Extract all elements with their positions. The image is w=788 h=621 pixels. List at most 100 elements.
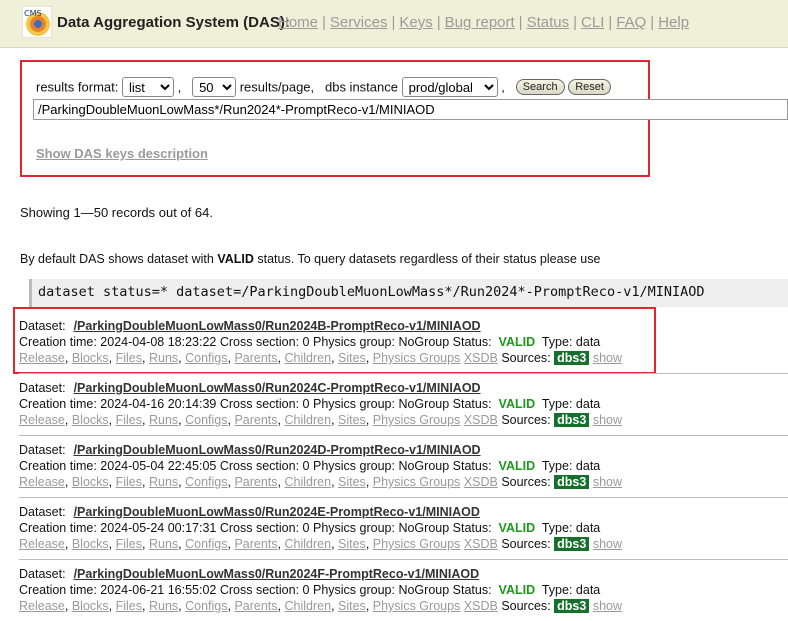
creation-time: 2024-05-04 22:45:05 bbox=[100, 459, 217, 473]
record-link-runs[interactable]: Runs bbox=[149, 537, 178, 551]
record-link-parents[interactable]: Parents bbox=[234, 537, 277, 551]
results-format-label: results format: bbox=[36, 79, 119, 95]
record-link-parents[interactable]: Parents bbox=[234, 599, 277, 613]
record-link-blocks[interactable]: Blocks bbox=[72, 413, 109, 427]
results-per-page-select[interactable]: 50 bbox=[192, 77, 237, 97]
show-link[interactable]: show bbox=[593, 475, 622, 489]
record-link-sites[interactable]: Sites bbox=[338, 537, 366, 551]
record-link-children[interactable]: Children bbox=[285, 351, 332, 365]
record-link-xsdb[interactable]: XSDB bbox=[464, 599, 498, 613]
records-count: Showing 1—50 records out of 64. bbox=[20, 205, 213, 220]
record-link-files[interactable]: Files bbox=[116, 537, 142, 551]
record-link-xsdb[interactable]: XSDB bbox=[464, 351, 498, 365]
record-link-physics-groups[interactable]: Physics Groups bbox=[373, 413, 461, 427]
status-badge: VALID bbox=[498, 335, 536, 349]
record-link-physics-groups[interactable]: Physics Groups bbox=[373, 599, 461, 613]
record-details-line: Creation time: 2024-04-08 18:23:22 Cross… bbox=[19, 335, 601, 349]
show-link[interactable]: show bbox=[593, 537, 622, 551]
nav-keys[interactable]: Keys bbox=[399, 14, 432, 31]
search-button[interactable]: Search bbox=[515, 79, 565, 95]
record-link-physics-groups[interactable]: Physics Groups bbox=[373, 351, 461, 365]
record-link-files[interactable]: Files bbox=[116, 475, 142, 489]
record-link-configs[interactable]: Configs bbox=[185, 413, 227, 427]
dataset-link[interactable]: /ParkingDoubleMuonLowMass0/Run2024C-Prom… bbox=[74, 381, 481, 395]
show-link[interactable]: show bbox=[593, 351, 622, 365]
record-link-configs[interactable]: Configs bbox=[185, 475, 227, 489]
reset-button[interactable]: Reset bbox=[568, 79, 611, 95]
record-link-release[interactable]: Release bbox=[19, 599, 65, 613]
dataset-record: Dataset:/ParkingDoubleMuonLowMass0/Run20… bbox=[19, 380, 779, 428]
record-link-physics-groups[interactable]: Physics Groups bbox=[373, 475, 461, 489]
dataset-type: data bbox=[575, 583, 601, 597]
record-link-runs[interactable]: Runs bbox=[149, 413, 178, 427]
record-link-xsdb[interactable]: XSDB bbox=[464, 537, 498, 551]
app-title: Data Aggregation System (DAS): bbox=[57, 14, 290, 31]
dataset-link[interactable]: /ParkingDoubleMuonLowMass0/Run2024F-Prom… bbox=[74, 567, 480, 581]
show-keys-link[interactable]: Show DAS keys description bbox=[36, 146, 208, 161]
record-link-parents[interactable]: Parents bbox=[234, 475, 277, 489]
record-link-xsdb[interactable]: XSDB bbox=[464, 475, 498, 489]
record-link-configs[interactable]: Configs bbox=[185, 599, 227, 613]
record-link-children[interactable]: Children bbox=[285, 475, 332, 489]
record-link-runs[interactable]: Runs bbox=[149, 351, 178, 365]
record-link-blocks[interactable]: Blocks bbox=[72, 599, 109, 613]
search-options-row: results format: list , 50 results/page, … bbox=[36, 77, 611, 97]
status-badge: VALID bbox=[498, 521, 536, 535]
record-link-configs[interactable]: Configs bbox=[185, 351, 227, 365]
dataset-link[interactable]: /ParkingDoubleMuonLowMass0/Run2024B-Prom… bbox=[74, 319, 481, 333]
record-link-release[interactable]: Release bbox=[19, 351, 65, 365]
show-link[interactable]: show bbox=[593, 413, 622, 427]
record-dataset-line: Dataset:/ParkingDoubleMuonLowMass0/Run20… bbox=[19, 567, 480, 581]
record-link-sites[interactable]: Sites bbox=[338, 475, 366, 489]
record-link-blocks[interactable]: Blocks bbox=[72, 537, 109, 551]
record-links-line: Release, Blocks, Files, Runs, Configs, P… bbox=[19, 413, 622, 427]
record-details-line: Creation time: 2024-04-16 20:14:39 Cross… bbox=[19, 397, 601, 411]
dataset-link[interactable]: /ParkingDoubleMuonLowMass0/Run2024E-Prom… bbox=[74, 505, 480, 519]
record-link-runs[interactable]: Runs bbox=[149, 599, 178, 613]
query-input[interactable] bbox=[33, 99, 788, 120]
record-link-children[interactable]: Children bbox=[285, 413, 332, 427]
record-link-files[interactable]: Files bbox=[116, 413, 142, 427]
record-dataset-line: Dataset:/ParkingDoubleMuonLowMass0/Run20… bbox=[19, 381, 481, 395]
record-link-blocks[interactable]: Blocks bbox=[72, 351, 109, 365]
logo-text: CMS bbox=[24, 9, 42, 18]
results-per-page-label: results/page, bbox=[239, 79, 315, 95]
record-link-configs[interactable]: Configs bbox=[185, 537, 227, 551]
record-link-runs[interactable]: Runs bbox=[149, 475, 178, 489]
dataset-record: Dataset:/ParkingDoubleMuonLowMass0/Run20… bbox=[19, 504, 779, 552]
nav-status[interactable]: Status bbox=[527, 14, 570, 31]
nav-home[interactable]: Home bbox=[278, 14, 318, 31]
results-format-select[interactable]: list bbox=[121, 77, 174, 97]
record-dataset-line: Dataset:/ParkingDoubleMuonLowMass0/Run20… bbox=[19, 505, 480, 519]
nav-services[interactable]: Services bbox=[330, 14, 388, 31]
header-bar: CMS Data Aggregation System (DAS): Home |… bbox=[0, 0, 788, 48]
record-link-files[interactable]: Files bbox=[116, 351, 142, 365]
record-link-release[interactable]: Release bbox=[19, 537, 65, 551]
record-link-children[interactable]: Children bbox=[285, 599, 332, 613]
nav-cli[interactable]: CLI bbox=[581, 14, 604, 31]
nav-help[interactable]: Help bbox=[658, 14, 689, 31]
show-link[interactable]: show bbox=[593, 599, 622, 613]
record-links-line: Release, Blocks, Files, Runs, Configs, P… bbox=[19, 537, 622, 551]
creation-time: 2024-04-16 20:14:39 bbox=[100, 397, 217, 411]
record-link-sites[interactable]: Sites bbox=[338, 351, 366, 365]
record-link-blocks[interactable]: Blocks bbox=[72, 475, 109, 489]
nav-bug-report[interactable]: Bug report bbox=[445, 14, 515, 31]
record-link-physics-groups[interactable]: Physics Groups bbox=[373, 537, 461, 551]
record-link-children[interactable]: Children bbox=[285, 537, 332, 551]
record-link-files[interactable]: Files bbox=[116, 599, 142, 613]
source-badge: dbs3 bbox=[554, 351, 590, 365]
dbs-instance-select[interactable]: prod/global bbox=[401, 77, 498, 97]
record-link-sites[interactable]: Sites bbox=[338, 599, 366, 613]
record-link-release[interactable]: Release bbox=[19, 413, 65, 427]
record-link-parents[interactable]: Parents bbox=[234, 413, 277, 427]
status-badge: VALID bbox=[498, 397, 536, 411]
cross-section: 0 bbox=[302, 459, 310, 473]
record-link-sites[interactable]: Sites bbox=[338, 413, 366, 427]
record-link-xsdb[interactable]: XSDB bbox=[464, 413, 498, 427]
record-link-release[interactable]: Release bbox=[19, 475, 65, 489]
record-divider bbox=[19, 435, 788, 436]
record-link-parents[interactable]: Parents bbox=[234, 351, 277, 365]
dataset-link[interactable]: /ParkingDoubleMuonLowMass0/Run2024D-Prom… bbox=[74, 443, 481, 457]
nav-faq[interactable]: FAQ bbox=[616, 14, 646, 31]
